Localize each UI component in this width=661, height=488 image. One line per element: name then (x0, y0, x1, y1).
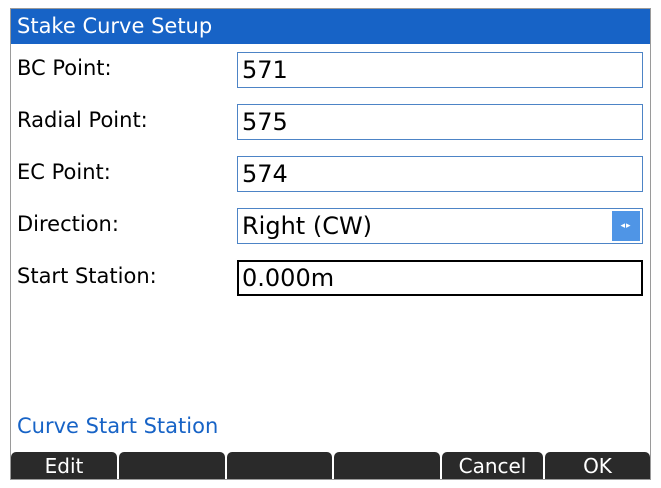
field-hint: Curve Start Station (17, 414, 219, 438)
ec-point-row: EC Point: 574 (11, 150, 650, 194)
ec-point-field[interactable]: 574 (237, 156, 643, 192)
dialog-title: Stake Curve Setup (11, 9, 650, 44)
radial-point-label: Radial Point: (17, 108, 148, 132)
softkey-3[interactable] (227, 452, 332, 479)
softkey-4[interactable] (334, 452, 440, 479)
ok-softkey[interactable]: OK (545, 452, 650, 479)
start-station-row: Start Station: 0.000m (11, 254, 650, 298)
start-station-field[interactable]: 0.000m (237, 260, 643, 296)
bc-point-label: BC Point: (17, 56, 112, 80)
direction-value: Right (CW) (242, 212, 373, 240)
stake-curve-setup-dialog: Stake Curve Setup BC Point: 571 Radial P… (10, 8, 651, 480)
bc-point-field[interactable]: 571 (237, 52, 643, 88)
direction-select[interactable]: Right (CW) ◂▸ (237, 208, 643, 244)
radial-point-row: Radial Point: 575 (11, 98, 650, 142)
ec-point-label: EC Point: (17, 160, 111, 184)
radial-point-field[interactable]: 575 (237, 104, 643, 140)
cancel-softkey[interactable]: Cancel (442, 452, 543, 479)
start-station-label: Start Station: (17, 264, 157, 288)
edit-softkey[interactable]: Edit (11, 452, 117, 479)
direction-label: Direction: (17, 212, 119, 236)
left-right-arrows-icon[interactable]: ◂▸ (612, 211, 640, 241)
softkey-bar: Edit Cancel OK (11, 450, 650, 479)
bc-point-row: BC Point: 571 (11, 46, 650, 90)
direction-row: Direction: Right (CW) ◂▸ (11, 202, 650, 246)
softkey-2[interactable] (119, 452, 225, 479)
